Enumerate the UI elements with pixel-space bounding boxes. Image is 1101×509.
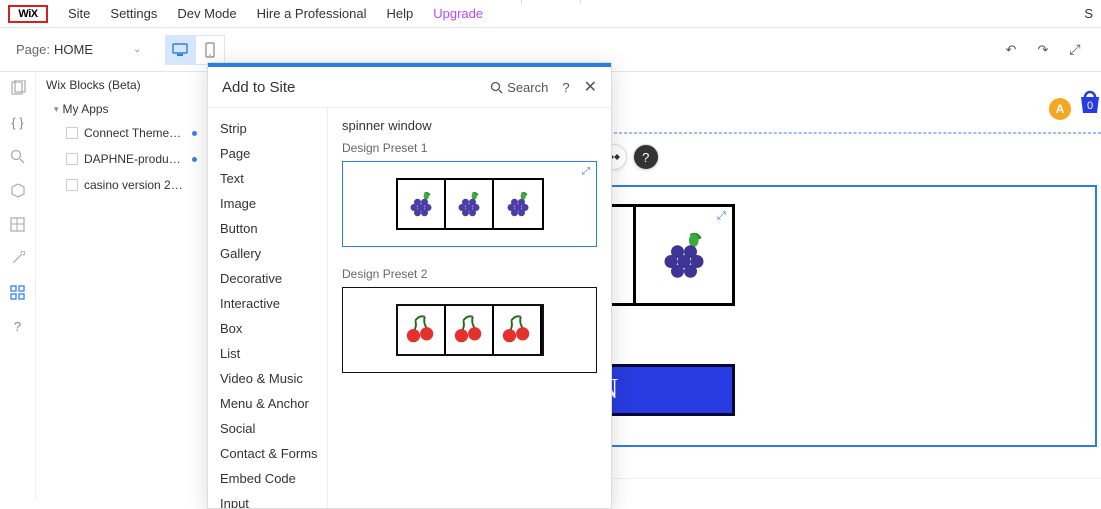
category-box[interactable]: Box [208, 316, 327, 341]
grape-icon [658, 229, 710, 281]
avatar[interactable]: A [1049, 98, 1071, 120]
status-dot [192, 131, 197, 136]
cart-count: 0 [1087, 100, 1093, 112]
package-icon[interactable] [8, 180, 28, 200]
menu-site[interactable]: Site [68, 6, 90, 21]
category-gallery[interactable]: Gallery [208, 241, 327, 266]
cherry-icon [404, 313, 438, 347]
help-icon[interactable]: ? [633, 144, 659, 170]
grape-icon [455, 190, 483, 218]
preview-pane: spinner window Design Preset 1 ⤢ Design … [328, 108, 611, 508]
preview-header: spinner window [342, 118, 597, 133]
menu-dev-mode[interactable]: Dev Mode [177, 6, 236, 21]
category-social[interactable]: Social [208, 416, 327, 441]
panel-title: Add to Site [222, 79, 295, 96]
preset-1-label: Design Preset 1 [342, 141, 597, 155]
category-video-music[interactable]: Video & Music [208, 366, 327, 391]
menu-upgrade[interactable]: Upgrade [433, 6, 483, 21]
blocks-icon[interactable] [8, 282, 28, 302]
search-icon[interactable] [8, 146, 28, 166]
mobile-view-button[interactable] [195, 35, 225, 65]
data-icon[interactable] [8, 214, 28, 234]
category-button[interactable]: Button [208, 216, 327, 241]
preset-2-label: Design Preset 2 [342, 267, 597, 281]
category-menu-anchor[interactable]: Menu & Anchor [208, 391, 327, 416]
help-icon[interactable]: ? [8, 316, 28, 336]
grape-icon [504, 190, 532, 218]
expand-icon: ⤢ [582, 166, 592, 176]
menu-settings[interactable]: Settings [110, 6, 157, 21]
desktop-icon [172, 43, 188, 57]
status-dot [192, 157, 197, 162]
cherry-icon [500, 313, 534, 347]
cart-icon[interactable]: 0 [1075, 86, 1101, 116]
cube-icon [66, 127, 78, 139]
sidebar-item-daphne[interactable]: DAPHNE-product page... [36, 146, 207, 172]
mobile-icon [205, 42, 215, 58]
pages-icon[interactable] [8, 78, 28, 98]
page-label: Page: [16, 42, 50, 57]
code-icon[interactable]: { } [8, 112, 28, 132]
cherry-icon [452, 313, 486, 347]
preset-2[interactable] [342, 287, 597, 373]
panel-handle[interactable]: ⌃ [521, 0, 581, 4]
category-contact-forms[interactable]: Contact & Forms [208, 441, 327, 466]
sidebar-title: Wix Blocks (Beta) [36, 72, 207, 98]
redo-button[interactable]: ↷ [1033, 41, 1053, 59]
sidebar-item-connect-theme[interactable]: Connect Theme Demo ... [36, 120, 207, 146]
category-strip[interactable]: Strip [208, 116, 327, 141]
tools-icon[interactable] [8, 248, 28, 268]
panel-close[interactable]: ✕ [584, 77, 597, 97]
desktop-view-button[interactable] [165, 35, 195, 65]
sidebar-section-my-apps[interactable]: My Apps [36, 98, 207, 120]
category-decorative[interactable]: Decorative [208, 266, 327, 291]
cube-icon [66, 179, 78, 191]
expand-icon[interactable]: ⤢ [717, 210, 729, 222]
wix-logo[interactable]: WiX [8, 5, 48, 23]
cube-icon [66, 153, 78, 165]
category-text[interactable]: Text [208, 166, 327, 191]
category-page[interactable]: Page [208, 141, 327, 166]
category-image[interactable]: Image [208, 191, 327, 216]
category-list: StripPageTextImageButtonGalleryDecorativ… [208, 108, 328, 508]
sidebar-item-casino[interactable]: casino version 2 (v2.2) [36, 172, 207, 198]
preset-1[interactable]: ⤢ [342, 161, 597, 247]
undo-button[interactable]: ↶ [1001, 41, 1021, 59]
left-rail: { } ? [0, 72, 36, 500]
add-to-site-panel: Add to Site Search ? ✕ StripPageTextImag… [207, 62, 612, 509]
panel-search[interactable]: Search [490, 80, 548, 95]
panel-help[interactable]: ? [562, 80, 569, 95]
category-interactive[interactable]: Interactive [208, 291, 327, 316]
top-right-letter: S [1084, 6, 1093, 21]
grape-icon [407, 190, 435, 218]
device-toggle [165, 35, 225, 65]
menu-help[interactable]: Help [386, 6, 413, 21]
category-list[interactable]: List [208, 341, 327, 366]
zoom-out-button[interactable]: ⤢ [1065, 41, 1085, 59]
top-menu-bar: WiX Site Settings Dev Mode Hire a Profes… [0, 0, 1101, 28]
chevron-down-icon: ⌄ [133, 44, 141, 55]
blocks-sidebar: Wix Blocks (Beta) My Apps Connect Theme … [36, 72, 208, 500]
page-name: HOME [54, 42, 93, 57]
category-embed-code[interactable]: Embed Code [208, 466, 327, 491]
search-icon [490, 81, 503, 94]
menu-hire[interactable]: Hire a Professional [257, 6, 367, 21]
page-selector[interactable]: Page: HOME ⌄ [8, 38, 149, 61]
